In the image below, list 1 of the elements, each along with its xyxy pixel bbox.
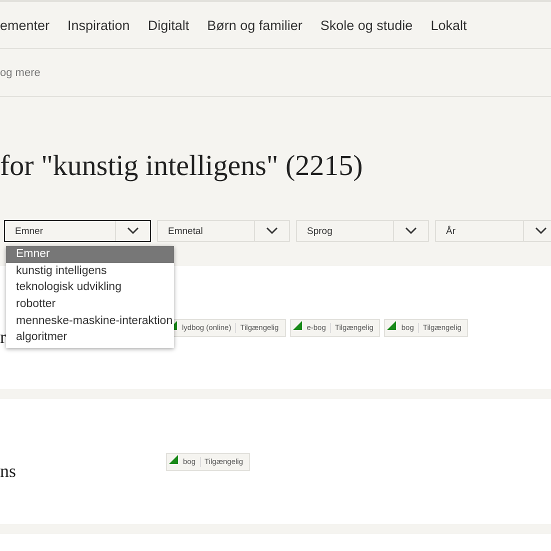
search-heading: for "kunstig intelligens" (2215) <box>0 149 364 184</box>
